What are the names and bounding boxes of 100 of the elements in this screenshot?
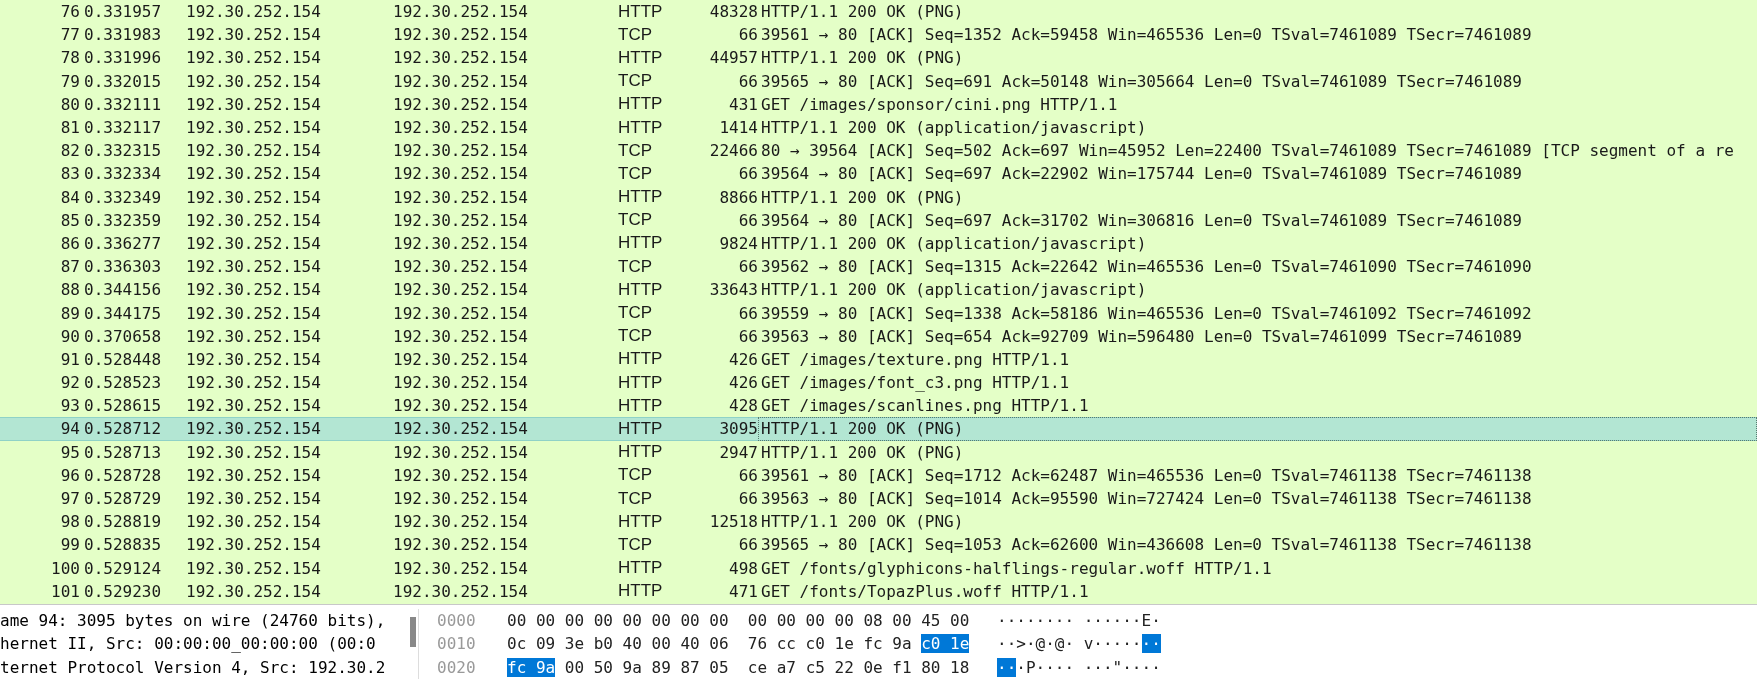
packet-destination: 192.30.252.154 <box>393 442 529 462</box>
packet-time: 0.336303 <box>83 257 163 277</box>
packet-number: 101 <box>50 581 80 601</box>
packet-destination: 192.30.252.154 <box>393 303 529 323</box>
packet-destination: 192.30.252.154 <box>393 512 529 532</box>
packet-time: 0.332359 <box>83 210 163 230</box>
packet-length: 66 <box>737 465 758 485</box>
packet-destination: 192.30.252.154 <box>393 280 529 300</box>
packet-info: GET /images/texture.png HTTP/1.1 <box>760 348 1071 371</box>
packet-protocol: HTTP <box>618 279 664 300</box>
packet-length: 426 <box>728 373 758 393</box>
packet-time: 0.332117 <box>83 118 163 138</box>
packet-row[interactable]: 94 0.528712 192.30.252.154 192.30.252.154 HTTP 3095 HTTP/1.1 200 OK (PNG) <box>0 417 1757 441</box>
packet-number: 77 <box>59 25 80 45</box>
packet-length: 2947 <box>718 442 758 462</box>
packet-info: 39564 → 80 [ACK] Seq=697 Ack=22902 Win=175744 Len=0 TSval=7461089 TSecr=7461089 <box>760 163 1523 186</box>
packet-number: 76 <box>59 2 80 22</box>
packet-time: 0.331983 <box>83 25 163 45</box>
packet-protocol: TCP <box>618 303 653 324</box>
packet-number: 86 <box>59 233 80 253</box>
packet-number: 89 <box>59 303 80 323</box>
packet-info: GET /images/sponsor/cini.png HTTP/1.1 <box>760 93 1119 116</box>
packet-time: 0.528448 <box>83 349 163 369</box>
packet-destination: 192.30.252.154 <box>393 581 529 601</box>
packet-number: 84 <box>59 187 80 207</box>
packet-time: 0.529124 <box>83 558 163 578</box>
packet-protocol: HTTP <box>618 511 664 532</box>
packet-protocol: TCP <box>618 465 653 486</box>
packet-number: 94 <box>59 419 80 439</box>
packet-length: 66 <box>737 326 758 346</box>
packet-destination: 192.30.252.154 <box>393 558 529 578</box>
packet-time: 0.528713 <box>83 442 163 462</box>
packet-time: 0.332349 <box>83 187 163 207</box>
packet-number: 97 <box>59 489 80 509</box>
packet-source: 192.30.252.154 <box>186 396 322 416</box>
packet-info: 39561 → 80 [ACK] Seq=1712 Ack=62487 Win=465536 Len=0 TSval=7461138 TSecr=7461138 <box>760 464 1533 487</box>
packet-number: 78 <box>59 48 80 68</box>
packet-info: HTTP/1.1 200 OK (PNG) <box>760 1 965 24</box>
packet-source: 192.30.252.154 <box>186 280 322 300</box>
packet-time: 0.344175 <box>83 303 163 323</box>
packet-number: 99 <box>59 535 80 555</box>
packet-time: 0.528728 <box>83 465 163 485</box>
packet-destination: 192.30.252.154 <box>393 489 529 509</box>
packet-length: 426 <box>728 349 758 369</box>
packet-protocol: HTTP <box>618 395 664 416</box>
packet-protocol: HTTP <box>618 94 664 115</box>
packet-time: 0.332315 <box>83 141 163 161</box>
packet-protocol: HTTP <box>618 187 664 208</box>
packet-protocol: TCP <box>618 534 653 555</box>
packet-info: 39565 → 80 [ACK] Seq=1053 Ack=62600 Win=436608 Len=0 TSval=7461138 TSecr=7461138 <box>760 534 1533 557</box>
packet-time: 0.528819 <box>83 512 163 532</box>
packet-length: 66 <box>737 489 758 509</box>
packet-source: 192.30.252.154 <box>186 465 322 485</box>
packet-info: HTTP/1.1 200 OK (PNG) <box>760 441 965 464</box>
packet-time: 0.528615 <box>83 396 163 416</box>
packet-length: 22466 <box>708 141 758 161</box>
packet-source: 192.30.252.154 <box>186 118 322 138</box>
packet-info: HTTP/1.1 200 OK (application/javascript) <box>760 117 1148 140</box>
packet-number: 98 <box>59 512 80 532</box>
packet-source: 192.30.252.154 <box>186 326 322 346</box>
packet-protocol: HTTP <box>618 418 664 439</box>
packet-info: 39562 → 80 [ACK] Seq=1315 Ack=22642 Win=465536 Len=0 TSval=7461090 TSecr=7461090 <box>760 256 1533 279</box>
ascii-text: ·· <box>1141 634 1161 654</box>
packet-protocol: HTTP <box>618 1 664 22</box>
packet-length: 66 <box>737 25 758 45</box>
packet-protocol: TCP <box>618 210 653 231</box>
packet-destination: 192.30.252.154 <box>393 349 529 369</box>
packet-source: 192.30.252.154 <box>186 233 322 253</box>
packet-length: 66 <box>737 535 758 555</box>
packet-time: 0.332015 <box>83 71 163 91</box>
packet-destination: 192.30.252.154 <box>393 396 529 416</box>
packet-length: 471 <box>728 581 758 601</box>
hex-offset: 0020 <box>437 657 477 677</box>
packet-source: 192.30.252.154 <box>186 349 322 369</box>
packet-length: 431 <box>728 94 758 114</box>
packet-info: HTTP/1.1 200 OK (PNG) <box>760 511 965 534</box>
packet-number: 93 <box>59 396 80 416</box>
detail-line[interactable]: ternet Protocol Version 4, Src: 192.30.2 <box>0 655 400 679</box>
packet-info: GET /images/scanlines.png HTTP/1.1 <box>760 395 1090 418</box>
packet-length: 428 <box>728 396 758 416</box>
packet-destination: 192.30.252.154 <box>393 94 529 114</box>
packet-length: 66 <box>737 164 758 184</box>
packet-time: 0.529230 <box>83 581 163 601</box>
detail-line[interactable]: ame 94: 3095 bytes on wire (24760 bits), <box>0 608 400 632</box>
packet-time: 0.528712 <box>83 419 163 439</box>
packet-info: GET /images/font_c3.png HTTP/1.1 <box>760 372 1071 395</box>
packet-destination: 192.30.252.154 <box>393 187 529 207</box>
hex-bytes: 00 00 00 00 00 00 00 00 00 00 00 00 08 00 45 00 <box>507 610 970 630</box>
packet-protocol: TCP <box>618 488 653 509</box>
packet-number: 100 <box>50 558 80 578</box>
packet-number: 81 <box>59 118 80 138</box>
packet-time: 0.528729 <box>83 489 163 509</box>
packet-destination: 192.30.252.154 <box>393 257 529 277</box>
packet-info: GET /fonts/glyphicons-halflings-regular.woff HTTP/1.1 <box>760 557 1273 580</box>
detail-line[interactable]: hernet II, Src: 00:00:00_00:00:00 (00:0 <box>0 632 400 656</box>
packet-number: 82 <box>59 141 80 161</box>
packet-source: 192.30.252.154 <box>186 535 322 555</box>
packet-destination: 192.30.252.154 <box>393 164 529 184</box>
packet-source: 192.30.252.154 <box>186 512 322 532</box>
packet-source: 192.30.252.154 <box>186 94 322 114</box>
